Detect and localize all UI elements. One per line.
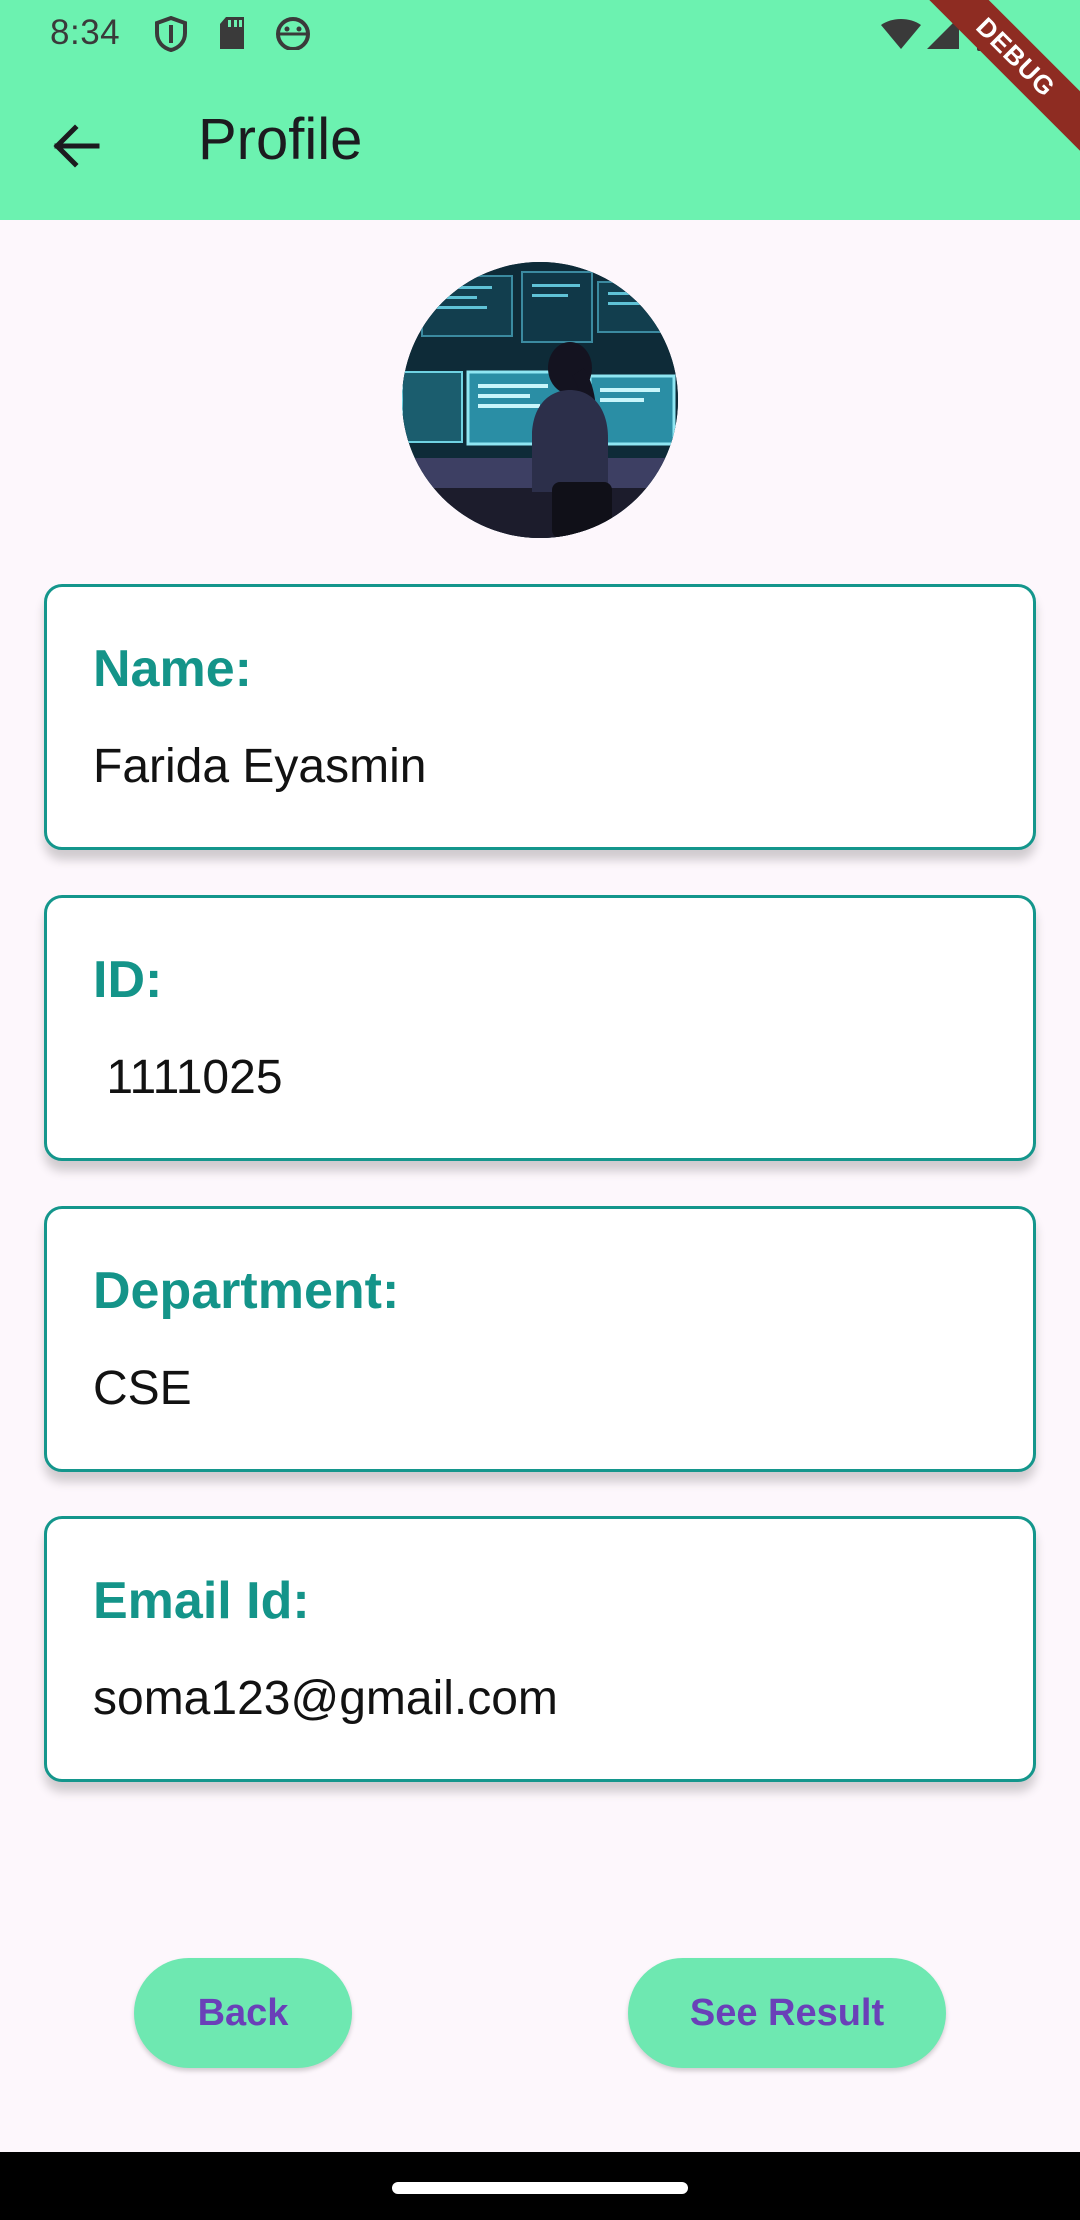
- status-bar: 8:34: [0, 0, 1080, 66]
- department-card: Department: CSE: [44, 1206, 1036, 1472]
- arrow-left-icon: [53, 124, 100, 168]
- app-bar: Profile: [0, 66, 1080, 220]
- name-card: Name: Farida Eyasmin: [44, 584, 1036, 850]
- wifi-icon: [880, 18, 922, 50]
- signal-icon: [926, 16, 960, 50]
- id-value: 1111025: [93, 1051, 283, 1104]
- name-value: Farida Eyasmin: [93, 740, 427, 793]
- id-card: ID: 1111025: [44, 895, 1036, 1161]
- status-time: 8:34: [50, 13, 121, 52]
- back-button[interactable]: Back: [134, 1958, 352, 2068]
- see-result-button[interactable]: See Result: [628, 1958, 946, 2068]
- department-value: CSE: [93, 1362, 192, 1415]
- shield-icon: [154, 16, 188, 52]
- email-value: soma123@gmail.com: [93, 1672, 558, 1725]
- navigation-bar: [0, 2152, 1080, 2220]
- battery-icon: [976, 14, 998, 52]
- back-arrow-button[interactable]: [40, 110, 112, 182]
- email-card: Email Id: soma123@gmail.com: [44, 1516, 1036, 1782]
- id-label: ID:: [93, 951, 163, 1009]
- page-title: Profile: [198, 107, 363, 172]
- avatar: [402, 262, 678, 538]
- name-label: Name:: [93, 640, 252, 698]
- home-indicator[interactable]: [392, 2182, 688, 2194]
- email-label: Email Id:: [93, 1572, 310, 1630]
- sd-card-icon: [218, 16, 246, 50]
- department-label: Department:: [93, 1262, 400, 1320]
- android-icon: [274, 16, 312, 50]
